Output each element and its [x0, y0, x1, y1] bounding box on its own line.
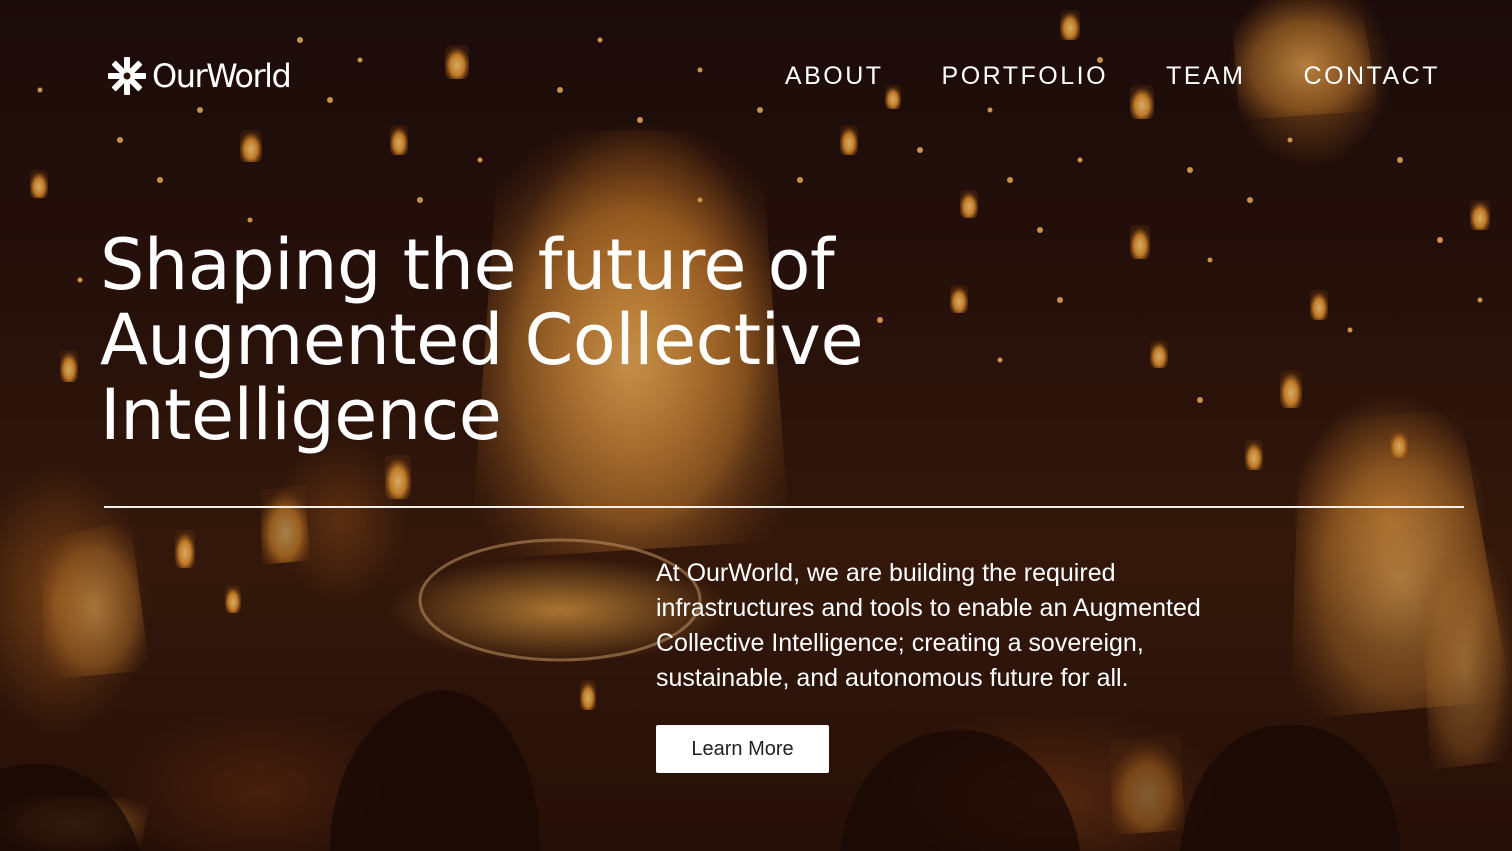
nav-link-portfolio[interactable]: PORTFOLIO	[942, 60, 1109, 92]
logo-link[interactable]: OurWorld	[106, 54, 292, 98]
hero-headline: Shaping the future of Augmented Collecti…	[100, 228, 1000, 453]
headline-line: Intelligence	[100, 374, 502, 456]
hero-divider	[104, 506, 1464, 508]
hero-section: OurWorld ABOUT PORTFOLIO TEAM CONTACT Sh…	[0, 0, 1512, 851]
snowflake-mark-icon	[108, 57, 146, 95]
brand-name: OurWorld	[152, 57, 292, 95]
hero-lead-text: At OurWorld, we are building the require…	[656, 559, 1201, 692]
nav-link-about[interactable]: ABOUT	[785, 60, 884, 92]
nav-link-team[interactable]: TEAM	[1166, 60, 1245, 92]
headline-line: Augmented Collective	[100, 299, 864, 381]
headline-line: Shaping the future of	[100, 224, 835, 306]
main-nav: ABOUT PORTFOLIO TEAM CONTACT	[727, 60, 1440, 92]
nav-link-contact[interactable]: CONTACT	[1304, 60, 1440, 92]
learn-more-button[interactable]: Learn More	[656, 725, 829, 773]
